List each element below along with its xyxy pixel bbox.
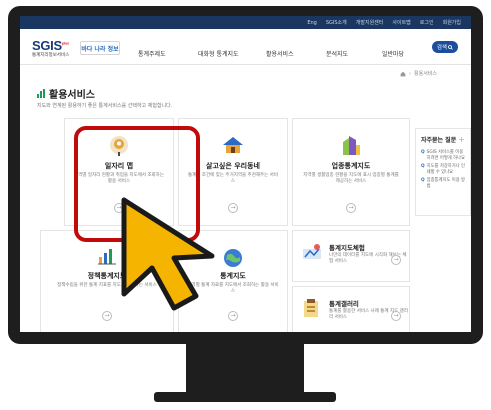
nav-interactive-map[interactable]: 대화형 통계지도 xyxy=(198,49,239,58)
card-arrow-button[interactable]: → xyxy=(391,311,401,321)
search-button[interactable]: 검색 xyxy=(432,41,458,53)
logo-plus: plus xyxy=(61,40,69,46)
faq-panel: 자주묻는 질문 + Q SGIS 서비스를 이용하려면 어떻게 하나요 Q 지도를 … xyxy=(415,128,471,216)
page-description: 지도와 연계된 활용하기 좋은 통계서비스를 선택하고 체험합니다. xyxy=(37,103,173,109)
main-navigation: SGISplus 통계지리정보서비스 바다 나라 정보 통계주제도 대화형 통계… xyxy=(20,29,471,65)
card-arrow-button[interactable]: → xyxy=(102,311,112,321)
card-title: 업종통계지도 xyxy=(331,162,371,170)
faq-more-button[interactable]: + xyxy=(458,135,465,144)
faq-question: SGIS 서비스를 이용하려면 어떻게 하나요 xyxy=(426,150,465,161)
card-description: 지역별 생활업종 현황을 지도에 표시 업종별 통계를 제공하는 서비스 xyxy=(303,173,399,184)
card-map-experience[interactable]: 통계지도체험 나만의 데이터를 지도에 시각화 해보는 체험 서비스 → xyxy=(292,230,410,282)
chart-bars-icon xyxy=(37,89,45,98)
nav-analysis-map[interactable]: 분석지도 xyxy=(326,49,348,58)
faq-item[interactable]: Q 지도를 저장하거나 인쇄할 수 있나요 xyxy=(421,164,465,175)
nav-services[interactable]: 활용서비스 xyxy=(266,49,294,58)
util-link[interactable]: 회원가입 xyxy=(443,19,461,26)
utility-bar: Eng SGIS소개 개발지원센터 사이트맵 로그인 회원가입 xyxy=(20,16,471,29)
page-title: 활용서비스 xyxy=(49,90,95,101)
logo-text: SGIS xyxy=(32,38,62,53)
monitor-stand-base xyxy=(154,392,336,402)
bar-chart-icon xyxy=(98,249,116,265)
card-description: 통계는 조건에 맞는 주거지역을 추천해주는 서비스 xyxy=(188,173,278,184)
card-arrow-button[interactable]: → xyxy=(346,203,356,213)
search-icon xyxy=(448,44,453,50)
card-gallery[interactable]: 통계갤러리 통계를 활용한 서비스 사례 통계 지도 갤러리 서비스 → xyxy=(292,286,410,332)
util-link[interactable]: Eng xyxy=(307,20,317,26)
util-link[interactable]: 개발지원센터 xyxy=(356,19,384,26)
faq-question: 지도를 저장하거나 인쇄할 수 있나요 xyxy=(426,164,465,175)
faq-item[interactable]: Q 업종통계지도 이용 방법 xyxy=(421,178,465,189)
faq-question: 업종통계지도 이용 방법 xyxy=(426,178,465,189)
logo-subtitle: 통계지리정보서비스 xyxy=(32,53,70,58)
card-business-map[interactable]: 업종통계지도 지역별 생활업종 현황을 지도에 표시 업종별 통계를 제공하는 … xyxy=(292,118,410,226)
sea-badge[interactable]: 바다 나라 정보 xyxy=(80,41,120,55)
card-title: 통계갤러리 xyxy=(329,300,359,308)
monitor-stand-neck xyxy=(186,344,304,392)
card-title: 통계지도체험 xyxy=(329,244,365,252)
util-link[interactable]: 로그인 xyxy=(420,19,434,26)
nav-theme-map[interactable]: 통계주제도 xyxy=(138,49,166,58)
building-icon xyxy=(343,136,360,155)
breadcrumb-current: 활용서비스 xyxy=(414,71,438,77)
browser-screen: Eng SGIS소개 개발지원센터 사이트맵 로그인 회원가입 SGISplus… xyxy=(20,16,471,332)
faq-item[interactable]: Q SGIS 서비스를 이용하려면 어떻게 하나요 xyxy=(421,150,465,161)
faq-q-marker: Q xyxy=(421,150,425,155)
gallery-icon xyxy=(304,299,318,317)
home-icon[interactable] xyxy=(400,71,406,77)
breadcrumb: › 활용서비스 xyxy=(400,70,437,77)
search-label: 검색 xyxy=(436,45,447,51)
pointer-cursor-icon xyxy=(121,197,215,311)
map-experience-icon xyxy=(303,244,321,259)
monitor-frame: Eng SGIS소개 개발지원센터 사이트맵 로그인 회원가입 SGISplus… xyxy=(8,6,483,344)
util-link[interactable]: SGIS소개 xyxy=(326,19,347,26)
site-logo[interactable]: SGISplus 통계지리정보서비스 xyxy=(32,38,69,58)
faq-q-marker: Q xyxy=(421,164,425,169)
house-icon xyxy=(223,137,243,153)
faq-q-marker: Q xyxy=(421,178,425,183)
nav-community[interactable]: 일반마당 xyxy=(382,49,404,58)
faq-title: 자주묻는 질문 xyxy=(421,137,457,144)
page-heading: 활용서비스 xyxy=(37,86,95,101)
breadcrumb-separator: › xyxy=(409,70,411,77)
util-link[interactable]: 사이트맵 xyxy=(392,19,410,26)
card-arrow-button[interactable]: → xyxy=(391,255,401,265)
